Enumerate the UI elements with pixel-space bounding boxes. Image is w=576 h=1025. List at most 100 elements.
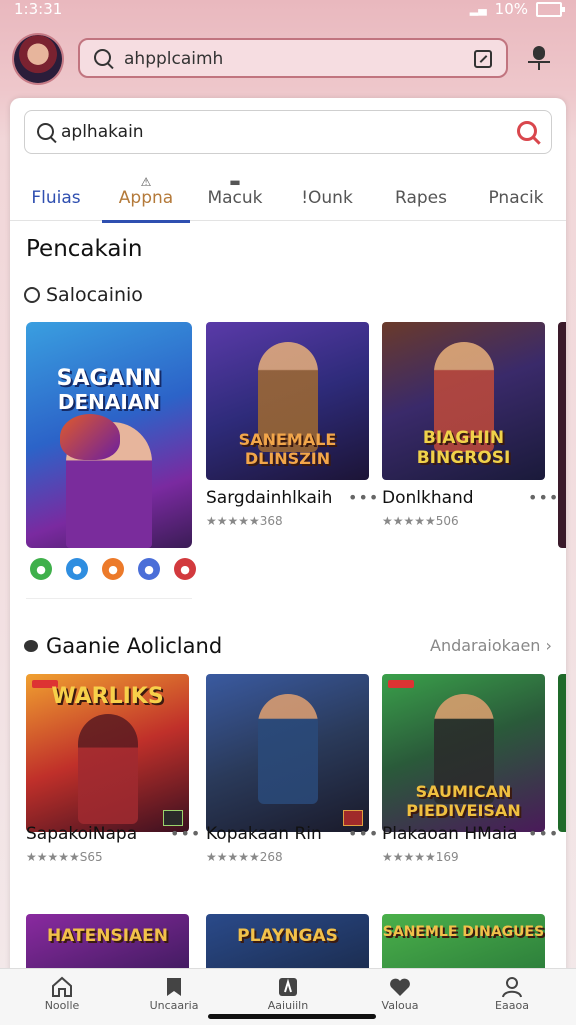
nav-label: Eaaoa bbox=[495, 999, 529, 1012]
list-icon: ▬ bbox=[229, 175, 241, 189]
nav-home[interactable]: Noolle bbox=[12, 975, 112, 1012]
tab-label: Fluias bbox=[31, 188, 81, 208]
game-card-title: SANEMALE DLINSZIN bbox=[238, 430, 337, 468]
tab-ounk[interactable]: !Ounk bbox=[284, 164, 370, 220]
game-card[interactable] bbox=[206, 674, 369, 832]
tab-rapes[interactable]: Rapes bbox=[378, 164, 464, 220]
game-card-title: BIAGHIN BINGROSI bbox=[416, 428, 511, 468]
avatar[interactable] bbox=[14, 35, 62, 83]
section-header: Gaanie Aolicland bbox=[24, 634, 222, 658]
featured-title-line2: DENAIAN bbox=[57, 390, 161, 414]
chat-icon bbox=[24, 640, 38, 652]
mic-icon[interactable] bbox=[528, 46, 550, 72]
top-search-input[interactable]: ahpplcaimh bbox=[78, 38, 508, 78]
nav-profile[interactable]: Eaaoa bbox=[462, 975, 562, 1012]
nav-categories[interactable]: Uncaaria bbox=[124, 975, 224, 1012]
game-name[interactable]: Plakaoan HMaia bbox=[382, 824, 517, 844]
tab-appna[interactable]: ⚠ Appna bbox=[102, 164, 190, 223]
battery-icon bbox=[536, 1, 565, 17]
heart-icon bbox=[390, 978, 410, 996]
see-all-label: Andaraiokaen bbox=[430, 636, 541, 655]
game-name[interactable]: SapakoiNapa bbox=[26, 824, 137, 844]
share-icons: ● ● ● ● ● bbox=[30, 558, 196, 580]
next-card-peek bbox=[558, 674, 566, 832]
tab-label: Appna bbox=[118, 188, 174, 208]
game-rating: ★★★★★S65 bbox=[26, 850, 103, 864]
nav-label: Noolle bbox=[44, 999, 80, 1012]
profile-icon bbox=[502, 977, 522, 998]
more-icon[interactable]: ••• bbox=[348, 488, 379, 507]
warning-icon: ⚠ bbox=[140, 175, 152, 189]
game-name[interactable]: Sargdainhlkaih bbox=[206, 488, 332, 508]
tab-macuk[interactable]: ▬ Macuk bbox=[192, 164, 278, 220]
share-indigo-icon[interactable]: ● bbox=[138, 558, 160, 580]
tab-label: Macuk bbox=[207, 188, 263, 208]
game-card-title: SAUMICAN PIEDIVEISAN bbox=[406, 782, 521, 820]
main-panel: aplhakain Fluias ⚠ Appna ▬ Macuk !Ounk R… bbox=[10, 98, 566, 978]
game-card-title: HATENSIAEN bbox=[46, 926, 169, 946]
game-card-title: WARLIKS bbox=[51, 684, 164, 709]
nav-label: Valoua bbox=[381, 999, 419, 1012]
chevron-right-icon: › bbox=[545, 636, 552, 655]
divider bbox=[26, 598, 192, 599]
featured-title-line1: SAGANN bbox=[56, 366, 162, 391]
game-card[interactable]: WARLIKS bbox=[26, 674, 189, 832]
section-title: Pencakain bbox=[26, 236, 143, 262]
section-subtitle: Salocainio bbox=[24, 284, 143, 306]
game-rating: ★★★★★506 bbox=[382, 514, 459, 528]
edit-icon[interactable] bbox=[474, 50, 492, 68]
see-all-link[interactable]: Andaraiokaen › bbox=[430, 636, 552, 655]
status-right: ▂▄ 10% bbox=[469, 0, 565, 18]
tab-label: Pnacik bbox=[488, 188, 544, 208]
status-bar: 1:3:31 ▂▄ 10% bbox=[0, 0, 576, 22]
game-rating: ★★★★★268 bbox=[206, 850, 283, 864]
share-orange-icon[interactable]: ● bbox=[102, 558, 124, 580]
share-red-icon[interactable]: ● bbox=[174, 558, 196, 580]
search-input[interactable]: aplhakain bbox=[24, 110, 552, 154]
game-rating: ★★★★★368 bbox=[206, 514, 283, 528]
featured-game-card[interactable]: SAGANN DENAIAN bbox=[26, 322, 192, 548]
game-card-title: SANEMLE DINAGUES bbox=[382, 924, 545, 940]
share-green-icon[interactable]: ● bbox=[30, 558, 52, 580]
tab-label: Rapes bbox=[395, 188, 447, 208]
status-time: 1:3:31 bbox=[14, 0, 63, 18]
more-icon[interactable]: ••• bbox=[528, 824, 559, 843]
tab-pnacik[interactable]: Pnacik bbox=[470, 164, 562, 220]
game-card[interactable]: SANEMALE DLINSZIN bbox=[206, 322, 369, 480]
battery-percent: 10% bbox=[494, 0, 528, 18]
signal-icon: ▂▄ bbox=[469, 2, 487, 16]
tab-label: !Ounk bbox=[301, 188, 353, 208]
top-search-text: ahpplcaimh bbox=[124, 49, 224, 69]
tab-bar: Fluias ⚠ Appna ▬ Macuk !Ounk Rapes Pnaci… bbox=[10, 164, 566, 223]
section2-title: Gaanie Aolicland bbox=[46, 634, 223, 658]
more-icon[interactable]: ••• bbox=[528, 488, 559, 507]
tab-fluias[interactable]: Fluias bbox=[10, 164, 102, 220]
game-name[interactable]: Kopakaan Rin bbox=[206, 824, 322, 844]
badge bbox=[388, 680, 414, 688]
game-card[interactable]: BIAGHIN BINGROSI bbox=[382, 322, 545, 480]
search-icon bbox=[94, 49, 111, 66]
game-card-title: PLAYNGAS bbox=[237, 926, 338, 946]
home-icon bbox=[52, 976, 72, 997]
search-text: aplhakain bbox=[61, 122, 144, 142]
more-icon[interactable]: ••• bbox=[348, 824, 379, 843]
nav-label: Aaiuiiln bbox=[267, 999, 309, 1012]
bookmark-icon bbox=[167, 978, 181, 996]
apps-icon bbox=[279, 978, 297, 996]
top-bar: ahpplcaimh bbox=[0, 30, 576, 90]
nav-label: Uncaaria bbox=[149, 999, 199, 1012]
game-card[interactable]: SAUMICAN PIEDIVEISAN bbox=[382, 674, 545, 832]
search-icon bbox=[37, 123, 54, 140]
search-submit-icon[interactable] bbox=[517, 121, 537, 141]
target-icon bbox=[24, 287, 40, 303]
game-name[interactable]: Donlkhand bbox=[382, 488, 474, 508]
subtitle-text: Salocainio bbox=[46, 284, 143, 306]
hero-hair bbox=[60, 414, 120, 460]
share-blue-icon[interactable]: ● bbox=[66, 558, 88, 580]
home-indicator[interactable] bbox=[208, 1014, 376, 1019]
nav-favorites[interactable]: Valoua bbox=[350, 975, 450, 1012]
game-rating: ★★★★★169 bbox=[382, 850, 459, 864]
nav-apps[interactable]: Aaiuiiln bbox=[238, 975, 338, 1012]
next-card-peek bbox=[558, 322, 566, 548]
more-icon[interactable]: ••• bbox=[170, 824, 201, 843]
